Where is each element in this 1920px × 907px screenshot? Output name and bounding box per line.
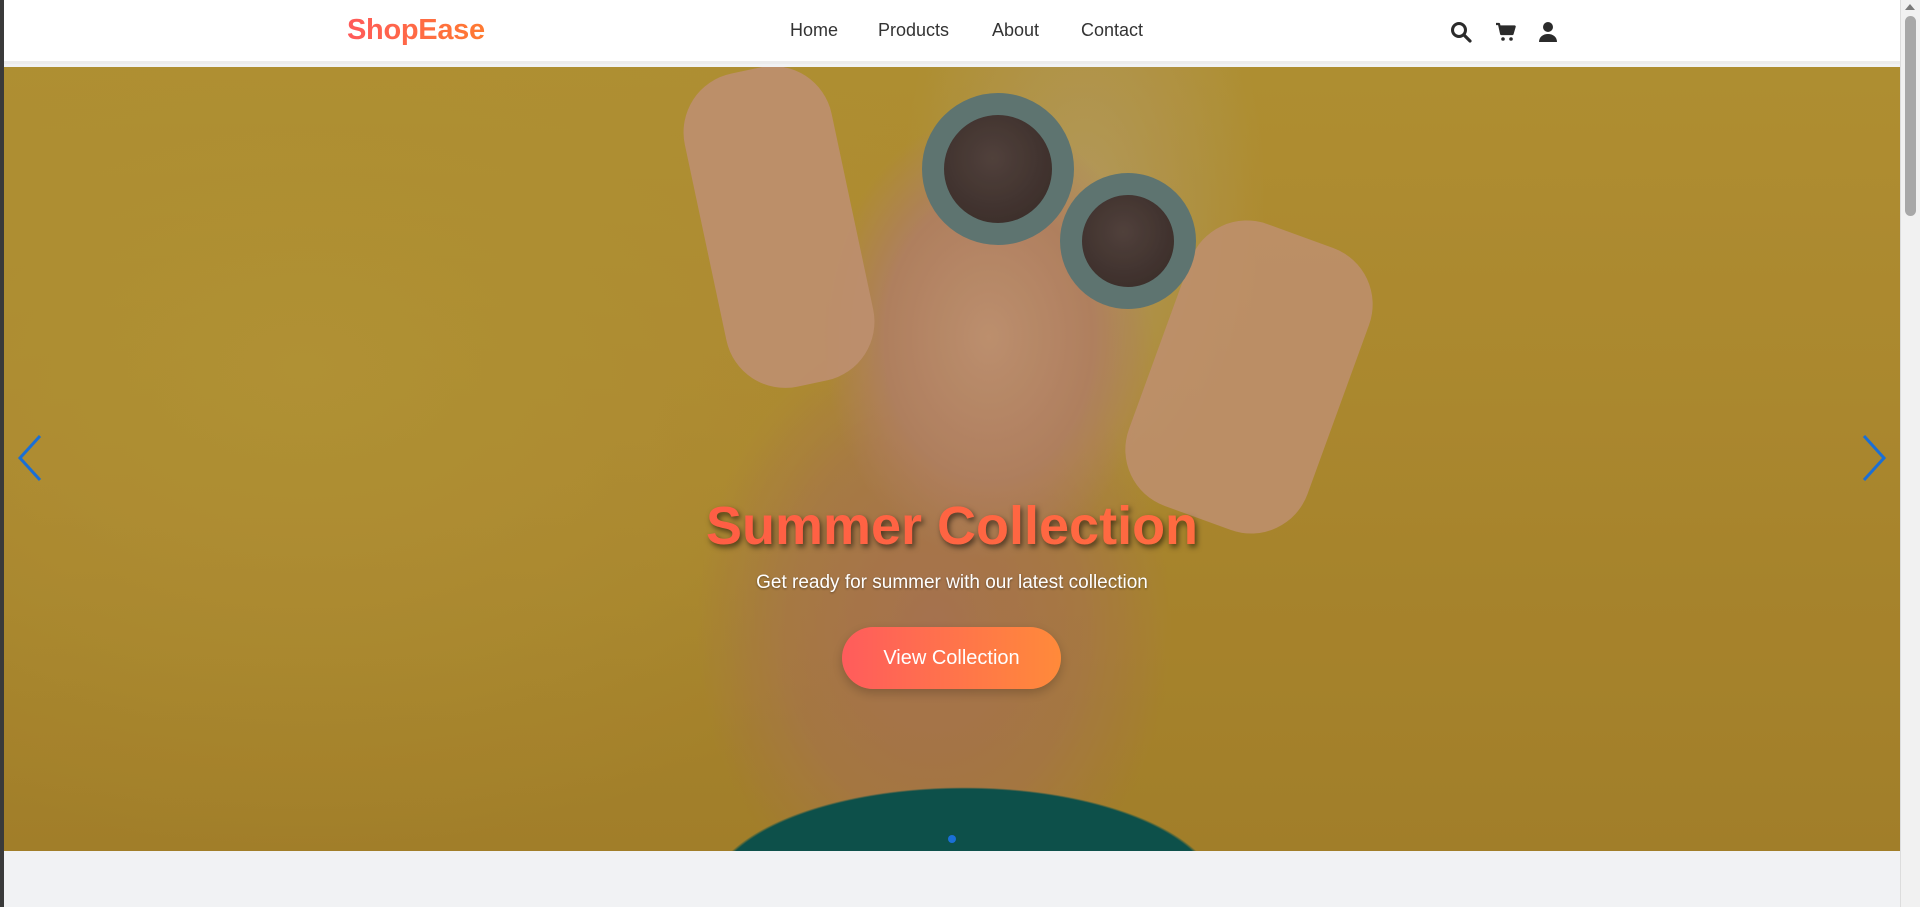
search-icon[interactable]	[1449, 20, 1473, 44]
scroll-thumb[interactable]	[1905, 16, 1916, 216]
hero-content: Summer Collection Get ready for summer w…	[4, 67, 1900, 851]
nav-link-contact[interactable]: Contact	[1081, 20, 1143, 41]
carousel-prev-arrow-icon[interactable]	[12, 433, 52, 483]
nav-link-home[interactable]: Home	[790, 20, 838, 41]
hero-carousel: Summer Collection Get ready for summer w…	[4, 67, 1900, 851]
nav-link-products[interactable]: Products	[878, 20, 949, 41]
hero-subtitle: Get ready for summer with our latest col…	[756, 572, 1148, 593]
page-viewport: ShopEase Home Products About Contact Sum…	[4, 0, 1900, 907]
page-scrollbar[interactable]	[1900, 0, 1920, 907]
carousel-pagination	[4, 830, 1900, 843]
main-nav: Home Products About Contact	[4, 20, 1900, 44]
scroll-up-arrow-icon[interactable]	[1905, 4, 1915, 10]
site-header: ShopEase Home Products About Contact	[4, 0, 1900, 64]
user-icon[interactable]	[1536, 20, 1560, 44]
view-collection-button[interactable]: View Collection	[842, 627, 1061, 689]
nav-link-about[interactable]: About	[992, 20, 1039, 41]
cart-icon[interactable]	[1494, 20, 1518, 44]
hero-title: Summer Collection	[4, 495, 1900, 557]
carousel-next-arrow-icon[interactable]	[1852, 433, 1892, 483]
carousel-dot-active[interactable]	[948, 835, 956, 843]
